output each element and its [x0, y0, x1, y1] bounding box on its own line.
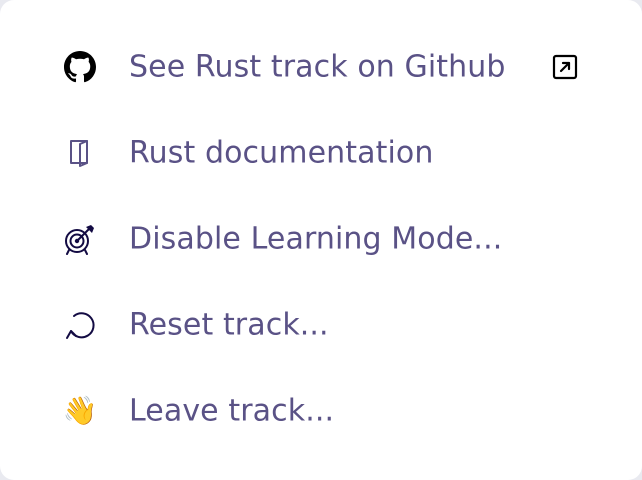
reset-icon [62, 307, 98, 343]
menu-item-label: Rust documentation [129, 135, 434, 171]
waving-hand-icon: 👋 [62, 394, 98, 427]
menu-item-documentation[interactable]: Rust documentation [0, 110, 642, 196]
github-icon [62, 49, 98, 85]
track-options-menu: See Rust track on Github Rust documentat… [0, 0, 642, 480]
menu-item-disable-learning-mode[interactable]: Disable Learning Mode... [0, 196, 642, 282]
target-icon [62, 221, 98, 257]
menu-item-label: See Rust track on Github [129, 49, 506, 85]
external-link-icon [552, 54, 578, 80]
menu-item-label: Reset track... [129, 307, 329, 343]
menu-item-reset-track[interactable]: Reset track... [0, 282, 642, 368]
menu-item-leave-track[interactable]: 👋 Leave track... [0, 368, 642, 454]
menu-item-see-on-github[interactable]: See Rust track on Github [0, 24, 642, 110]
menu-item-label: Disable Learning Mode... [129, 221, 503, 257]
menu-item-label: Leave track... [129, 393, 335, 429]
book-icon [62, 135, 98, 171]
